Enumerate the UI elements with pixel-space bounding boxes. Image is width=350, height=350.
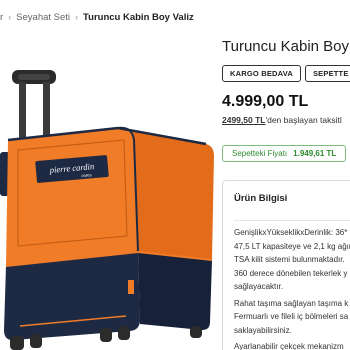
chevron-right-icon: › bbox=[75, 12, 79, 22]
breadcrumb-item-previous[interactable]: r bbox=[0, 12, 3, 23]
info-line: Fermuarlı ve fileli iç bölmeleri sa bbox=[234, 312, 349, 321]
product-title: Turuncu Kabin Boy bbox=[222, 38, 350, 55]
suitcase-bottom-side bbox=[138, 252, 212, 330]
info-line: Rahat taşıma sağlayan taşıma k bbox=[234, 298, 349, 308]
info-line: GenişlikxYükseklikxDerinlik: 36* bbox=[234, 228, 348, 237]
free-shipping-badge: KARGO BEDAVA bbox=[222, 65, 301, 82]
installment-info: 2499,50 TL'den başlayan taksitl bbox=[222, 115, 342, 125]
info-line: 360 derece dönebilen tekerlek y bbox=[234, 268, 348, 278]
product-price: 4.999,00 TL bbox=[222, 93, 309, 110]
cart-price-box: Sepetteki Fiyatı 1.949,61 TL bbox=[222, 145, 347, 162]
product-info-heading: Ürün Bilgisi bbox=[234, 193, 288, 204]
installment-text: 'den başlayan taksitl bbox=[265, 115, 342, 125]
info-line: saklayabilirsiniz. bbox=[234, 325, 292, 335]
breadcrumb-item-seyahat-seti[interactable]: Seyahat Seti bbox=[16, 12, 70, 23]
telescopic-handle bbox=[12, 70, 56, 140]
badge-row: KARGO BEDAVA SEPETTE % bbox=[222, 65, 350, 82]
info-line: sağlayacaktır. bbox=[234, 282, 283, 291]
info-line: Ayarlanabilir çekçek mekanizm bbox=[234, 342, 344, 350]
product-info-body: GenişlikxYükseklikxDerinlik: 36* 47,5 LT… bbox=[234, 220, 350, 350]
info-line: TSA kilit sistemi bulunmaktadır. bbox=[234, 255, 345, 264]
breadcrumb: r › Seyahat Seti › Turuncu Kabin Boy Val… bbox=[0, 9, 194, 25]
info-line: 47,5 LT kapasiteye ve 2,1 kg ağırl bbox=[234, 241, 350, 251]
cart-discount-badge: SEPETTE % bbox=[304, 65, 350, 82]
chevron-right-icon: › bbox=[8, 12, 12, 22]
product-image[interactable]: pierre cardin PARIS bbox=[0, 40, 215, 350]
cart-price-value: 1.949,61 TL bbox=[293, 149, 337, 158]
breadcrumb-item-current: Turuncu Kabin Boy Valiz bbox=[83, 11, 194, 23]
product-info-panel: Ürün Bilgisi GenişlikxYükseklikxDerinlik… bbox=[222, 180, 350, 350]
installment-link[interactable]: 2499,50 TL bbox=[222, 115, 265, 125]
cart-price-label: Sepetteki Fiyatı bbox=[232, 149, 288, 158]
bottom-tab bbox=[128, 280, 134, 294]
